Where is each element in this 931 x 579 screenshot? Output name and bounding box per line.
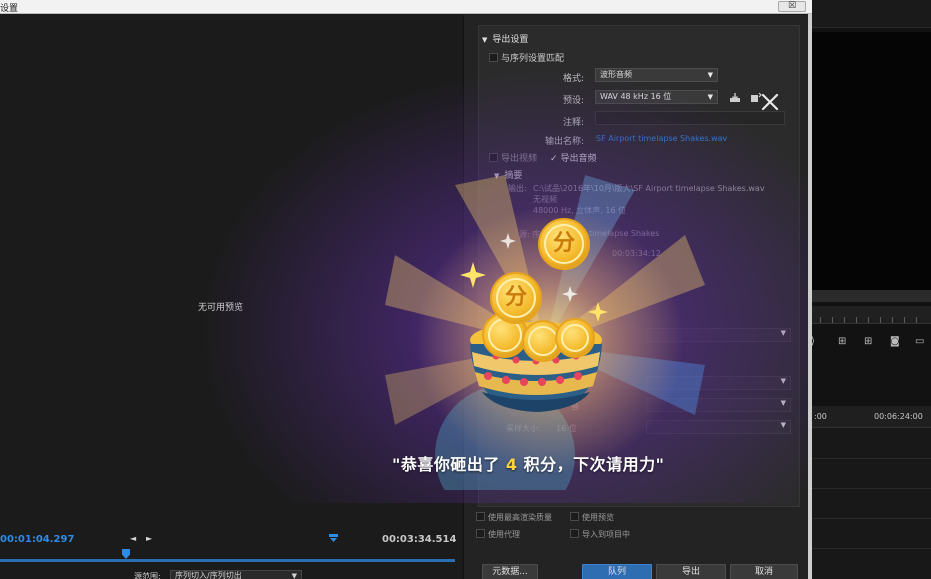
checkbox-box[interactable] [570, 529, 579, 538]
monitor-ruler [812, 306, 931, 324]
checkbox-box[interactable] [570, 512, 579, 521]
audio-channel-select[interactable]: ▼ [646, 398, 791, 412]
summary-source-label: 源: 序 [519, 230, 541, 239]
camera-icon[interactable]: ◙ [890, 336, 900, 347]
sample-size-select[interactable]: ▼ [646, 420, 791, 434]
checkbox-box[interactable] [476, 529, 485, 538]
timeline-ruler[interactable]: :00 00:06:24:00 [812, 406, 931, 428]
checkbox-box[interactable] [476, 512, 485, 521]
export-settings-pane: ▼ 导出设置 与序列设置匹配 格式: 波形音频 ▼ 预设: WAV 48 kHz … [463, 15, 808, 579]
lift-icon[interactable]: ⊞ [838, 336, 846, 347]
duration-timecode: 00:03:34.514 [382, 534, 457, 545]
export-video-checkbox[interactable]: 导出视频 [489, 151, 537, 164]
window-close-button[interactable]: ☒ [778, 1, 806, 12]
mark-in-button[interactable]: ◄ [130, 534, 136, 543]
monitor-controls: ⟩ ⊞ ⊞ ◙ ▭ [811, 336, 931, 352]
import-into-project-checkbox[interactable]: 导入到项目中 [570, 529, 630, 540]
summary-header[interactable]: ▼ 摘要 [494, 168, 522, 181]
chevron-down-icon: ▼ [780, 399, 786, 407]
timeline-time-2: 00:06:24:00 [874, 412, 923, 421]
output-name-link[interactable]: SF Airport timelapse Shakes.wav [596, 134, 727, 143]
panel-bar [812, 290, 931, 302]
export-button[interactable]: 导出 [656, 564, 726, 579]
chevron-down-icon: ▼ [707, 93, 713, 101]
chevron-down-icon: ▼ [707, 71, 713, 79]
program-monitor [812, 32, 931, 290]
timeline-time-1: :00 [814, 412, 827, 421]
use-preview-checkbox[interactable]: 使用预览 [570, 512, 614, 523]
step-icon[interactable]: ⟩ [811, 336, 815, 347]
preset-select[interactable]: WAV 48 kHz 16 位 ▼ [595, 90, 718, 104]
summary-source-time: 00:03:34:12 [612, 249, 661, 258]
no-preview-text: 无可用预览 [198, 303, 244, 313]
audio-channel-label: 音 [571, 402, 579, 411]
output-name-label: 输出名称: [544, 137, 584, 147]
preset-label: 预设: [562, 96, 584, 106]
current-timecode[interactable]: 00:01:04.297 [0, 534, 74, 545]
lower-select-2[interactable]: ▼ [646, 376, 791, 390]
chevron-down-icon: ▼ [780, 421, 786, 429]
notes-label: 注释: [562, 118, 584, 128]
sample-size-label: 采样大小: [506, 424, 541, 433]
fit-icon[interactable] [328, 533, 339, 543]
extract-icon[interactable]: ⊞ [864, 336, 872, 347]
dialog-titlebar: 设置 ☒ [0, 0, 812, 14]
export-audio-checkbox[interactable]: ✓ 导出音频 [550, 151, 597, 164]
check-icon: ✓ [550, 154, 558, 164]
summary-source-value: timelapse Shakes [589, 229, 660, 238]
disclosure-down-icon: ▼ [494, 172, 500, 180]
background-app: ⟩ ⊞ ⊞ ◙ ▭ :00 00:06:24:00 [811, 14, 931, 579]
chevron-down-icon: ▼ [780, 329, 786, 337]
source-range-label: 源范围: [134, 572, 161, 579]
preview-pane: 无可用预览 00:01:04.297 ◄ ► 00:03:34.514 源范围:… [0, 15, 463, 579]
format-label: 格式: [562, 74, 584, 84]
scrub-bar[interactable] [0, 559, 455, 562]
timeline-tracks [812, 428, 931, 579]
match-sequence-checkbox[interactable]: 与序列设置匹配 [489, 51, 564, 64]
use-proxy-checkbox[interactable]: 使用代理 [476, 529, 520, 540]
max-render-quality-checkbox[interactable]: 使用最高渲染质量 [476, 512, 552, 523]
checkbox-box[interactable] [489, 153, 498, 162]
summary-output-label: 输出: [508, 184, 527, 193]
mark-out-button[interactable]: ► [146, 534, 152, 543]
queue-button[interactable]: 队列 [582, 564, 652, 579]
summary-output-path: C:\试品\2016年\10月\版大\SF Airport timelapse … [533, 184, 765, 193]
dialog-title: 设置 [0, 4, 19, 14]
background-app-tabs [812, 14, 931, 28]
notes-input[interactable] [595, 111, 785, 125]
safe-margins-icon[interactable]: ▭ [915, 336, 924, 347]
chevron-down-icon: ▼ [780, 377, 786, 385]
cancel-button[interactable]: 取消 [730, 564, 798, 579]
source-range-value: 序列切入/序列切出 [175, 571, 242, 579]
chevron-down-icon: ▼ [291, 572, 297, 579]
metadata-button[interactable]: 元数据... [482, 564, 538, 579]
lower-select-1[interactable]: ▼ [646, 328, 791, 342]
checkbox-box[interactable] [489, 53, 498, 62]
summary-no-video: 无视频 [533, 195, 557, 204]
source-range-select[interactable]: 序列切入/序列切出 ▼ [170, 570, 302, 579]
summary-audio-line: 48000 Hz, 立体声, 16 位 [533, 206, 627, 215]
save-preset-icon[interactable] [729, 92, 741, 103]
disclosure-down-icon: ▼ [482, 36, 488, 44]
playhead-handle[interactable] [122, 549, 130, 559]
sample-size-value: 16 位 [556, 424, 577, 433]
format-select[interactable]: 波形音频 ▼ [595, 68, 718, 82]
close-icon[interactable] [758, 90, 782, 114]
export-settings-header[interactable]: ▼ 导出设置 [482, 32, 528, 45]
